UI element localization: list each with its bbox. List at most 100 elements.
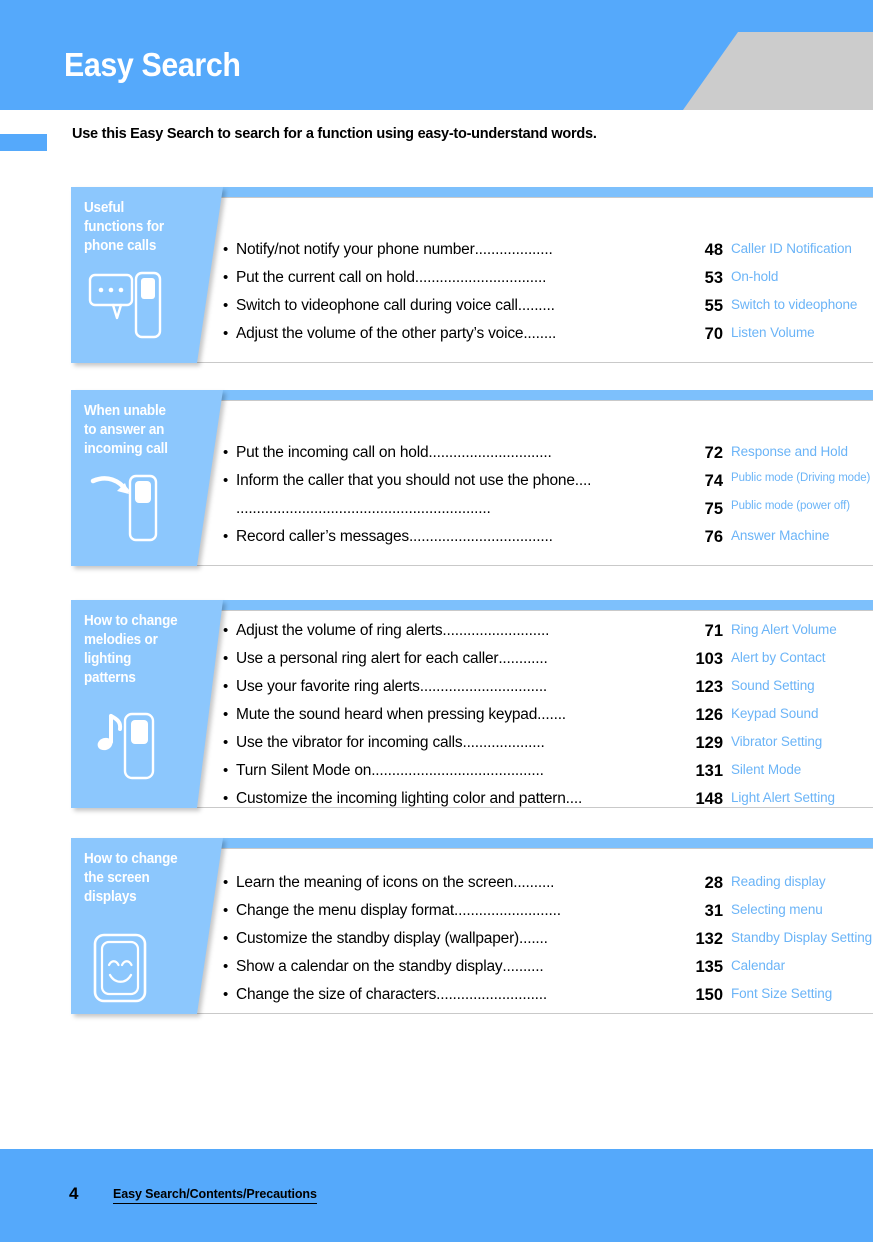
entry-page-number: 53	[704, 269, 723, 287]
entry-description: Show a calendar on the standby display	[236, 958, 503, 975]
entry-description: Put the incoming call on hold	[236, 444, 429, 461]
entry-feature-label: Font Size Setting	[731, 986, 833, 1001]
easy-search-entry[interactable]: • Switch to videophone call during voice …	[223, 297, 873, 325]
easy-search-entry[interactable]: • Adjust the volume of ring alerts ......…	[223, 622, 873, 650]
leader-dots: ................................	[414, 269, 547, 286]
bullet-icon: •	[223, 472, 229, 489]
leader-dots: ...................	[474, 241, 553, 258]
section-entry-list: • Put the incoming call on hold..........…	[223, 444, 873, 556]
bullet-icon: •	[223, 650, 229, 667]
easy-search-entry[interactable]: • Put the incoming call on hold..........…	[223, 444, 873, 472]
bullet-icon: •	[223, 762, 229, 779]
easy-search-entry[interactable]: • Customize the incoming lighting color a…	[223, 790, 873, 818]
leader-dots: ..........................	[442, 622, 550, 639]
intro-blue-marker	[0, 134, 47, 151]
leader-dots: ....	[565, 790, 583, 807]
entry-page-number: 31	[704, 902, 723, 920]
entry-feature-label: Caller ID Notification	[731, 241, 852, 256]
entry-description: Use your favorite ring alerts	[236, 678, 420, 695]
leader-dots: ..............................	[428, 444, 552, 461]
easy-search-entry[interactable]: • Change the size of characters..........…	[223, 986, 873, 1014]
entry-description: Learn the meaning of icons on the screen	[236, 874, 514, 891]
easy-search-entry[interactable]: • Adjust the volume of the other party’s …	[223, 325, 873, 353]
page-title: Easy Search	[64, 46, 241, 83]
entry-page-number: 150	[695, 986, 723, 1004]
entry-feature-label: Listen Volume	[731, 325, 815, 340]
section-title: How to change the screen displays	[84, 851, 178, 905]
easy-search-entry[interactable]: • Use the vibrator for incoming calls ...…	[223, 734, 873, 762]
entry-feature-label: Ring Alert Volume	[731, 622, 837, 637]
document-page: Easy Search Use this Easy Search to sear…	[0, 0, 873, 1242]
easy-search-entry[interactable]: • Learn the meaning of icons on the scree…	[223, 874, 873, 902]
entry-page-number: 131	[695, 762, 723, 780]
bullet-icon: •	[223, 241, 229, 258]
entry-description: Customize the standby display (wallpaper…	[236, 930, 519, 947]
leader-dots: .......	[537, 706, 566, 723]
easy-search-entry[interactable]: • Inform the caller that you should not u…	[223, 472, 873, 500]
entry-description: Turn Silent Mode on	[236, 762, 372, 779]
page-footer: 4 Easy Search/Contents/Precautions	[0, 1149, 873, 1242]
easy-search-entry[interactable]: • Notify/not notify your phone number....…	[223, 241, 873, 269]
entry-description: Change the size of characters	[236, 986, 437, 1003]
entry-page-number: 28	[704, 874, 723, 892]
entry-page-number: 129	[695, 734, 723, 752]
entry-feature-label: On-hold	[731, 269, 779, 284]
bullet-icon: •	[223, 269, 229, 286]
easy-search-section: How to change melodies or lighting patte…	[71, 600, 873, 820]
entry-feature-label: Sound Setting	[731, 678, 815, 693]
bullet-icon: •	[223, 706, 229, 723]
section-entry-list: • Adjust the volume of ring alerts ......…	[223, 622, 873, 818]
entry-description: Notify/not notify your phone number	[236, 241, 475, 258]
bullet-icon: •	[223, 902, 229, 919]
leader-dots: ............	[498, 650, 548, 667]
entry-page-number: 132	[695, 930, 723, 948]
easy-search-entry[interactable]: • Mute the sound heard when pressing keyp…	[223, 706, 873, 734]
easy-search-entry[interactable]: • Show a calendar on the standby display …	[223, 958, 873, 986]
breadcrumb: Easy Search/Contents/Precautions	[113, 1187, 317, 1204]
easy-search-entry[interactable]: • Turn Silent Mode on ...................…	[223, 762, 873, 790]
easy-search-entry[interactable]: • Use a personal ring alert for each call…	[223, 650, 873, 678]
entry-feature-label: Public mode (power off)	[731, 500, 850, 512]
easy-search-entry[interactable]: ........................................…	[223, 500, 873, 528]
bullet-icon: •	[223, 958, 229, 975]
easy-search-entry[interactable]: • Customize the standby display (wallpape…	[223, 930, 873, 958]
entry-description: Put the current call on hold	[236, 269, 415, 286]
bullet-icon: •	[223, 790, 229, 807]
section-title-tab: When unable to answer an incoming call	[71, 390, 223, 566]
easy-search-entry[interactable]: • Change the menu display format.........…	[223, 902, 873, 930]
entry-description: Adjust the volume of the other party’s v…	[236, 325, 524, 342]
easy-search-entry[interactable]: • Record caller’s messages ..............…	[223, 528, 873, 556]
entry-page-number: 148	[695, 790, 723, 808]
section-entry-list: • Notify/not notify your phone number....…	[223, 241, 873, 353]
entry-feature-label: Light Alert Setting	[731, 790, 835, 805]
speech-bubble-and-phone-icon	[87, 269, 163, 346]
section-title: When unable to answer an incoming call	[84, 403, 168, 457]
leader-dots: ..........	[502, 958, 544, 975]
entry-feature-label: Reading display	[731, 874, 826, 889]
section-entry-list: • Learn the meaning of icons on the scree…	[223, 874, 873, 1014]
easy-search-entry[interactable]: • Use your favorite ring alerts..........…	[223, 678, 873, 706]
entry-description: Record caller’s messages	[236, 528, 409, 545]
entry-page-number: 70	[704, 325, 723, 343]
entry-description: Use a personal ring alert for each calle…	[236, 650, 499, 667]
entry-description: Mute the sound heard when pressing keypa…	[236, 706, 538, 723]
entry-feature-label: Alert by Contact	[731, 650, 826, 665]
easy-search-section: Useful functions for phone calls • Notify…	[71, 187, 873, 375]
entry-page-number: 76	[704, 528, 723, 546]
leader-dots: ........................................…	[236, 500, 491, 517]
entry-feature-label: Vibrator Setting	[731, 734, 823, 749]
music-note-and-phone-icon	[87, 710, 163, 787]
entry-page-number: 103	[695, 650, 723, 668]
entry-feature-label: Calendar	[731, 958, 785, 973]
entry-description: Switch to videophone call during voice c…	[236, 297, 518, 314]
entry-feature-label: Selecting menu	[731, 902, 823, 917]
leader-dots: .......	[519, 930, 548, 947]
easy-search-entry[interactable]: • Put the current call on hold...........…	[223, 269, 873, 297]
bullet-icon: •	[223, 930, 229, 947]
entry-page-number: 123	[695, 678, 723, 696]
entry-page-number: 72	[704, 444, 723, 462]
page-header: Easy Search	[0, 0, 873, 110]
entry-page-number: 75	[704, 500, 723, 518]
leader-dots: ........................................…	[371, 762, 544, 779]
arrow-into-phone-icon	[87, 472, 163, 549]
